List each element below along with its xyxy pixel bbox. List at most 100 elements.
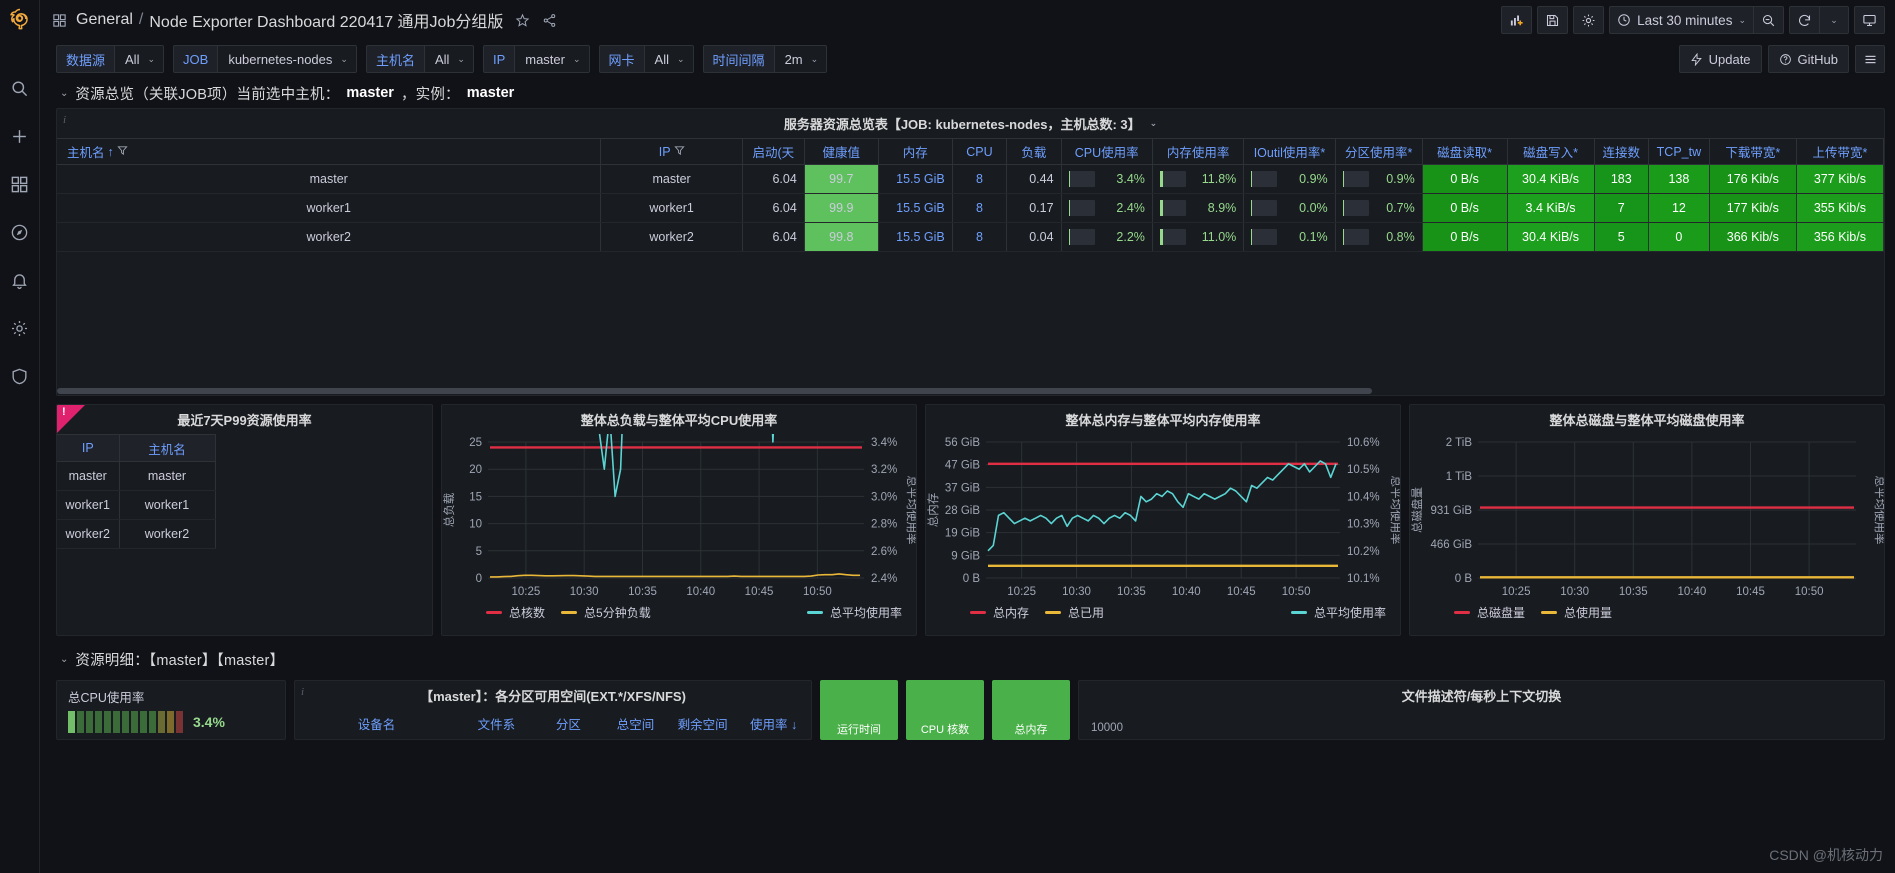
variable-value-job[interactable]: kubernetes-nodes ⌄ — [217, 45, 357, 73]
column-header-label: 负载 — [1021, 146, 1047, 160]
panel-header[interactable]: 整体总磁盘与整体平均磁盘使用率 — [1410, 405, 1884, 434]
column-header-part_use[interactable]: 分区使用率* — [1335, 138, 1423, 165]
filter-icon[interactable] — [117, 145, 128, 159]
stat-cpu-cores[interactable]: CPU 核数 — [906, 680, 984, 740]
column-header-label: 上传带宽* — [1812, 146, 1868, 160]
column-header-ip[interactable]: IP — [600, 138, 743, 165]
tv-mode-button[interactable] — [1854, 6, 1885, 34]
refresh-button[interactable] — [1789, 6, 1819, 34]
table-row[interactable]: worker2 worker2 6.04 99.8 15.5 GiB 8 0.04 2.2% 1… — [57, 222, 1884, 252]
horizontal-scrollbar[interactable] — [57, 387, 1884, 395]
column-header-up_bw[interactable]: 上传带宽* — [1796, 138, 1884, 165]
column-header[interactable]: IP — [57, 434, 120, 462]
panel-row-2: ! 最近7天P99资源使用率 IP 主机名 master master worker1… — [56, 404, 1885, 636]
legend-item[interactable]: 总平均使用率 — [1290, 604, 1386, 621]
legend-item[interactable]: 总已用 — [1045, 604, 1104, 621]
legend-item[interactable]: 总平均使用率 — [806, 604, 902, 621]
row-header-details[interactable]: ⌄ 资源明细：【master】【master】 — [56, 644, 1885, 674]
legend-item[interactable]: 总使用量 — [1541, 604, 1612, 621]
update-link-button[interactable]: Update — [1678, 45, 1762, 73]
column-header-mem[interactable]: 内存 — [878, 138, 953, 165]
stat-uptime[interactable]: 运行时间 — [820, 680, 898, 740]
column-header-conn[interactable]: 连接数 — [1594, 138, 1649, 165]
variable-value-hostname[interactable]: All ⌄ — [423, 45, 474, 73]
partition-column-header[interactable]: 总空间 — [602, 714, 669, 733]
alerting-bell-icon[interactable] — [0, 256, 40, 304]
grafana-logo-icon[interactable] — [0, 0, 40, 40]
chart-plot-area[interactable]: 0 B 466 GiB 931 GiB 1 TiB 2 TiB 10:25 10:30 10:… — [1410, 434, 1884, 602]
scrollbar-thumb[interactable] — [57, 388, 1373, 394]
column-header-down_bw[interactable]: 下载带宽* — [1709, 138, 1797, 165]
partition-column-header[interactable]: 剩余空间 — [669, 714, 736, 733]
column-header-tcp_tw[interactable]: TCP_tw — [1648, 138, 1710, 165]
row-header-overview[interactable]: ⌄ 资源总览（关联JOB项）当前选中主机： master ，实例： master — [56, 78, 1885, 108]
github-link-button[interactable]: GitHub — [1767, 45, 1849, 73]
search-icon[interactable] — [0, 64, 40, 112]
table-row[interactable]: worker1 worker1 6.04 99.9 15.5 GiB 8 0.17 2.4% 8… — [57, 193, 1884, 223]
panel-header[interactable]: 最近7天P99资源使用率 — [57, 405, 432, 434]
variable-value-ip[interactable]: master ⌄ — [514, 45, 590, 73]
variable-value-datasource[interactable]: All ⌄ — [114, 45, 165, 73]
filter-icon[interactable] — [673, 145, 685, 159]
table-row[interactable]: worker2 worker2 — [57, 519, 432, 549]
column-header-disk_write[interactable]: 磁盘写入* — [1507, 138, 1595, 165]
time-range-picker[interactable]: Last 30 minutes ⌄ — [1609, 6, 1753, 34]
column-header[interactable]: 主机名 — [119, 434, 216, 462]
page-title[interactable]: Node Exporter Dashboard 220417 通用Job分组版 — [149, 8, 503, 32]
stat-total-memory[interactable]: 总内存 — [992, 680, 1070, 740]
legend-item[interactable]: 总5分钟负载 — [561, 604, 651, 621]
variable-label-datasource: 数据源 — [56, 45, 115, 73]
gauge-track — [1342, 171, 1369, 187]
y2-axis-label: 总平均使用率 — [905, 476, 916, 545]
panel-header[interactable]: 整体总内存与整体平均内存使用率 — [926, 405, 1400, 434]
share-icon[interactable] — [542, 13, 557, 28]
shield-icon[interactable] — [0, 352, 40, 400]
add-panel-button[interactable] — [1501, 6, 1533, 34]
dashboards-icon[interactable] — [0, 160, 40, 208]
table-row[interactable]: worker1 worker1 — [57, 490, 432, 520]
star-icon[interactable] — [515, 13, 530, 28]
partition-column-header[interactable]: 设备名 — [295, 714, 458, 733]
zoom-out-button[interactable] — [1753, 6, 1784, 34]
y-axis-tick-label: 0 B — [963, 573, 981, 585]
variable-value-nic[interactable]: All ⌄ — [643, 45, 694, 73]
cell-disk-write: 3.4 KiB/s — [1507, 193, 1595, 223]
x-axis-tick-label: 10:50 — [1282, 586, 1311, 598]
save-dashboard-button[interactable] — [1537, 6, 1569, 34]
column-header-cpu_use[interactable]: CPU使用率 — [1061, 138, 1153, 165]
column-header-uptime[interactable]: 启动(天 — [742, 138, 805, 165]
chevron-down-icon: ⌄ — [60, 87, 69, 99]
column-header-disk_read[interactable]: 磁盘读取* — [1422, 138, 1508, 165]
breadcrumb-folder[interactable]: General — [76, 11, 133, 29]
stat-label: 运行时间 — [837, 724, 881, 736]
chart-plot-area[interactable]: 0 B 9 GiB 19 GiB 28 GiB 37 GiB 47 GiB 56 GiB 10… — [926, 434, 1400, 602]
panel-header[interactable]: 文件描述符/每秒上下文切换 — [1079, 681, 1884, 710]
cell-memory: 15.5 GiB — [878, 222, 953, 252]
partition-column-header[interactable]: 使用率 ↓ — [736, 714, 811, 733]
partition-column-header[interactable]: 分区 — [535, 714, 602, 733]
menu-icon[interactable] — [1855, 45, 1885, 73]
chart-plot-area[interactable]: 0 5 10 15 20 25 2.4% 2.6% 2.8% 3.0% 3.2% 3.4% 10:25 1… — [442, 434, 916, 602]
panel-header[interactable]: 服务器资源总览表【JOB: kubernetes-nodes，主机总数: 3】 … — [57, 109, 1884, 138]
partition-column-header[interactable]: 文件系 — [458, 714, 535, 733]
table-row[interactable]: master master — [57, 461, 432, 491]
column-header-cpu[interactable]: CPU — [952, 138, 1008, 165]
panel-header[interactable]: 【master】：各分区可用空间(EXT.*/XFS/NFS) — [295, 681, 811, 710]
plus-icon[interactable] — [0, 112, 40, 160]
explore-icon[interactable] — [0, 208, 40, 256]
column-header-health[interactable]: 健康值 — [804, 138, 879, 165]
panel-header[interactable]: 整体总负载与整体平均CPU使用率 — [442, 405, 916, 434]
table-row[interactable]: master master 6.04 99.7 15.5 GiB 8 0.44 3.4% 11.… — [57, 164, 1884, 194]
column-header-load[interactable]: 负载 — [1006, 138, 1062, 165]
chevron-down-icon[interactable]: ⌄ — [1150, 118, 1158, 129]
variable-value-interval[interactable]: 2m ⌄ — [773, 45, 828, 73]
dashboard-settings-button[interactable] — [1573, 6, 1605, 34]
refresh-interval-dropdown[interactable]: ⌄ — [1819, 6, 1849, 34]
legend-item[interactable]: 总内存 — [970, 604, 1029, 621]
column-header-hostname[interactable]: 主机名 ↑ — [57, 138, 602, 165]
gear-icon[interactable] — [0, 304, 40, 352]
column-header-mem_use[interactable]: 内存使用率 — [1152, 138, 1245, 165]
legend-item[interactable]: 总磁盘量 — [1454, 604, 1525, 621]
legend-item[interactable]: 总核数 — [486, 604, 545, 621]
column-header-ioutil[interactable]: IOutil使用率* — [1243, 138, 1336, 165]
